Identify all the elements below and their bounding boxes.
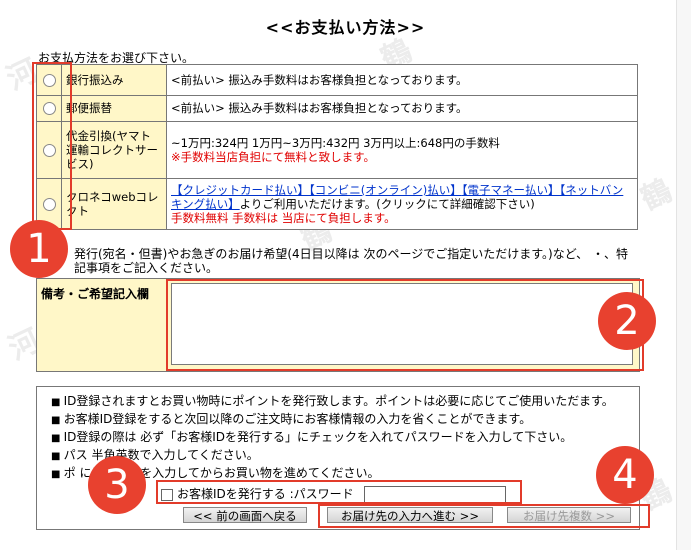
step-marker-4: 4 — [596, 446, 654, 504]
info-item: ID登録の際は 必ず「お客様IDを発行する」にチェックを入れてパスワードを入力し… — [51, 429, 639, 447]
payment-desc: よりご利用いただけます。(クリックにて詳細確認下さい) — [239, 197, 535, 212]
page-title: <<お支払い方法>> — [265, 18, 426, 37]
remarks-label: 備考・ご希望記入欄 — [41, 287, 150, 301]
payment-note: 手数料無料 手数料は 当店にて負担します。 — [171, 211, 396, 226]
kuroneko-web-collect-radio[interactable] — [42, 198, 56, 212]
payment-method-table: 銀行振込み <前払い> 振込み手数料はお客様負担となっております。 郵便振替 <… — [36, 64, 638, 230]
e-money-link[interactable]: 【電子マネー払い】 — [462, 183, 560, 197]
multiple-destinations-button[interactable]: お届け先複数 >> — [507, 507, 631, 523]
bank-transfer-radio[interactable] — [42, 73, 56, 87]
payment-row-kuroneko: クロネコwebコレクト 【クレジットカード払い】【コンビニ(オンライン)払い】【… — [36, 178, 638, 230]
cash-on-delivery-radio[interactable] — [42, 144, 56, 158]
issue-id-checkbox[interactable] — [161, 488, 173, 501]
payment-name: クロネコwebコレクト — [61, 178, 167, 230]
payment-desc: <前払い> 振込み手数料はお客様負担となっております。 — [166, 94, 638, 123]
payment-note: ※手数料当店負担にて無料と致します。 — [171, 150, 375, 165]
remarks-instructions: 発行(宛名・但書)やお急ぎのお届け希望(4日目以降は 次のページでご指定いただけ… — [74, 247, 628, 275]
remarks-textarea[interactable] — [171, 283, 633, 365]
payment-desc: <前払い> 振込み手数料はお客様負担となっております。 — [166, 64, 638, 96]
step-marker-1: 1 — [10, 220, 68, 278]
payment-row-postal: 郵便振替 <前払い> 振込み手数料はお客様負担となっております。 — [36, 94, 638, 123]
payment-name: 郵便振替 — [61, 94, 167, 123]
back-button[interactable]: << 前の画面へ戻る — [183, 507, 307, 523]
payment-desc: ~1万円:324円 1万円~3万円:432円 3万円以上:648円の手数料 — [171, 136, 500, 151]
payment-row-bank: 銀行振込み <前払い> 振込み手数料はお客様負担となっております。 — [36, 64, 638, 96]
convenience-store-link[interactable]: 【コンビニ(オンライン)払い】 — [309, 183, 462, 197]
watermark-glyph: 鶴 — [635, 172, 678, 218]
payment-name: 銀行振込み — [61, 64, 167, 96]
issue-id-label: お客様IDを発行する :パスワード — [177, 487, 354, 501]
info-item: お客様ID登録をすると次回以降のご注文時にお客様情報の入力を省くことができます。 — [51, 411, 639, 429]
step-marker-3: 3 — [88, 456, 146, 514]
postal-transfer-radio[interactable] — [42, 102, 56, 116]
payment-row-cod: 代金引換(ヤマト運輸コレクトサービス) ~1万円:324円 1万円~3万円:43… — [36, 121, 638, 180]
proceed-to-shipping-button[interactable]: お届け先の入力へ進む >> — [327, 507, 493, 523]
remarks-section: 備考・ご希望記入欄 — [36, 278, 640, 372]
scrollbar-strip[interactable] — [676, 0, 691, 550]
info-item: ID登録されますとお買い物時にポイントを発行致します。ポイントは必要に応じてご使… — [51, 393, 639, 411]
step-marker-2: 2 — [598, 292, 656, 350]
info-item: パス 半角英数で入力してください。 — [51, 447, 639, 465]
payment-name: 代金引換(ヤマト運輸コレクトサービス) — [61, 121, 167, 180]
issue-id-row: お客様IDを発行する :パスワード — [161, 485, 506, 504]
credit-card-link[interactable]: 【クレジットカード払い】 — [171, 183, 309, 197]
password-input[interactable] — [363, 485, 506, 504]
